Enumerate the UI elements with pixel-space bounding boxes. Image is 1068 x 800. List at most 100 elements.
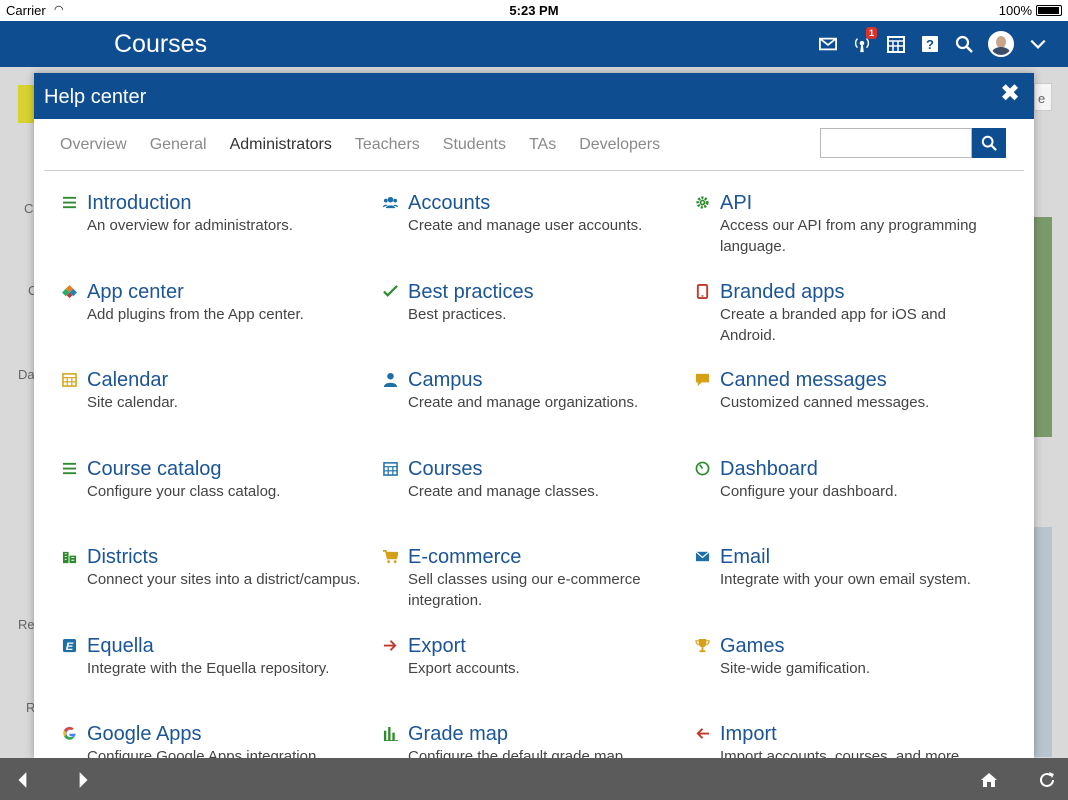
cart-icon xyxy=(381,547,399,565)
help-topic-import[interactable]: Import Import accounts, courses, and more… xyxy=(693,722,1003,758)
help-topic-e-commerce[interactable]: E-commerce Sell classes using our e-comme… xyxy=(381,545,691,611)
help-topic-email[interactable]: Email Integrate with your own email syste… xyxy=(693,545,1003,590)
help-topic-description: Configure Google Apps integration. xyxy=(87,748,321,758)
modal-title: Help center xyxy=(44,86,147,108)
tab-developers[interactable]: Developers xyxy=(579,136,660,154)
tab-teachers[interactable]: Teachers xyxy=(355,136,420,154)
tab-tas[interactable]: TAs xyxy=(529,136,556,154)
help-topic-title[interactable]: E-commerce xyxy=(408,545,691,569)
notifications-icon[interactable]: 1 xyxy=(852,27,877,55)
search-icon[interactable] xyxy=(954,33,974,55)
help-topic-description: Add plugins from the App center. xyxy=(87,306,304,323)
help-topic-description: Import accounts, courses, and more. xyxy=(720,748,964,758)
help-topic-description: Sell classes using our e-commerce integr… xyxy=(408,571,641,609)
help-topic-title[interactable]: Import xyxy=(720,722,1003,746)
tab-students[interactable]: Students xyxy=(443,136,506,154)
svg-text:?: ? xyxy=(926,37,934,52)
help-topic-branded-apps[interactable]: Branded apps Create a branded app for iOS… xyxy=(693,280,1003,346)
help-topic-title[interactable]: Email xyxy=(720,545,1003,569)
tab-overview[interactable]: Overview xyxy=(60,136,127,154)
help-topic-app-center[interactable]: App center Add plugins from the App cente… xyxy=(60,280,370,325)
phone-icon xyxy=(693,282,711,300)
help-topic-introduction[interactable]: Introduction An overview for administrato… xyxy=(60,191,370,236)
help-topic-title[interactable]: Canned messages xyxy=(720,368,1003,392)
list-icon xyxy=(60,459,78,477)
help-topic-equella[interactable]: E Equella Integrate with the Equella repos… xyxy=(60,634,370,679)
help-topic-title[interactable]: Google Apps xyxy=(87,722,370,746)
help-topic-title[interactable]: API xyxy=(720,191,1003,215)
help-topic-title[interactable]: Campus xyxy=(408,368,691,392)
check-icon xyxy=(381,282,399,300)
help-topic-description: Connect your sites into a district/campu… xyxy=(87,571,361,588)
help-topic-description: Configure the default grade map. xyxy=(408,748,628,758)
help-topic-dashboard[interactable]: Dashboard Configure your dashboard. xyxy=(693,457,1003,502)
modal-header: Help center ✖ xyxy=(34,73,1034,119)
mail-icon xyxy=(693,547,711,565)
help-topic-api[interactable]: API Access our API from any programming l… xyxy=(693,191,1003,257)
gear-icon xyxy=(693,193,711,211)
help-topic-title[interactable]: Dashboard xyxy=(720,457,1003,481)
back-icon[interactable] xyxy=(12,769,34,791)
help-topic-games[interactable]: Games Site-wide gamification. xyxy=(693,634,1003,679)
building-icon xyxy=(60,547,78,565)
help-topic-accounts[interactable]: Accounts Create and manage user accounts. xyxy=(381,191,691,236)
help-topic-title[interactable]: Accounts xyxy=(408,191,691,215)
help-topic-districts[interactable]: Districts Connect your sites into a distr… xyxy=(60,545,370,590)
app-header: Courses 1 ? xyxy=(0,21,1068,67)
help-topic-canned-messages[interactable]: Canned messages Customized canned message… xyxy=(693,368,1003,413)
header-toolbar: 1 ? xyxy=(818,27,1048,57)
chevron-down-icon[interactable] xyxy=(1028,33,1048,55)
help-topic-title[interactable]: Calendar xyxy=(87,368,370,392)
notification-badge: 1 xyxy=(865,27,877,39)
refresh-icon[interactable] xyxy=(1036,769,1058,791)
status-bar: Carrier ◠ 5:23 PM 100% xyxy=(0,0,1068,21)
help-topic-calendar[interactable]: Calendar Site calendar. xyxy=(60,368,370,413)
help-topic-title[interactable]: Introduction xyxy=(87,191,370,215)
help-topic-title[interactable]: Export xyxy=(408,634,691,658)
calendar-icon xyxy=(60,370,78,388)
home-icon[interactable] xyxy=(978,769,1000,791)
help-topic-best-practices[interactable]: Best practices Best practices. xyxy=(381,280,691,325)
help-topic-google-apps[interactable]: Google Apps Configure Google Apps integra… xyxy=(60,722,370,758)
tab-general[interactable]: General xyxy=(150,136,207,154)
help-topic-courses[interactable]: Courses Create and manage classes. xyxy=(381,457,691,502)
close-icon[interactable]: ✖ xyxy=(998,82,1022,106)
help-topic-title[interactable]: Course catalog xyxy=(87,457,370,481)
avatar[interactable] xyxy=(988,31,1014,57)
help-topic-grade-map[interactable]: Grade map Configure the default grade map… xyxy=(381,722,691,758)
help-topic-description: Site-wide gamification. xyxy=(720,660,871,677)
mail-icon[interactable] xyxy=(818,33,838,55)
help-topic-description: Customized canned messages. xyxy=(720,394,930,411)
help-topic-title[interactable]: Courses xyxy=(408,457,691,481)
users-icon xyxy=(381,193,399,211)
help-topic-title[interactable]: Equella xyxy=(87,634,370,658)
help-topic-title[interactable]: Games xyxy=(720,634,1003,658)
forward-icon[interactable] xyxy=(72,769,94,791)
page-title: Courses xyxy=(114,30,208,58)
help-topic-description: Access our API from any programming lang… xyxy=(720,217,977,255)
help-topic-export[interactable]: Export Export accounts. xyxy=(381,634,691,679)
person-icon xyxy=(381,370,399,388)
help-topic-title[interactable]: Best practices xyxy=(408,280,691,304)
search-button[interactable] xyxy=(972,128,1006,158)
help-topic-description: Site calendar. xyxy=(87,394,178,411)
help-topic-course-catalog[interactable]: Course catalog Configure your class catal… xyxy=(60,457,370,502)
help-topic-campus[interactable]: Campus Create and manage organizations. xyxy=(381,368,691,413)
arrow-right-icon xyxy=(381,636,399,654)
help-topic-title[interactable]: Districts xyxy=(87,545,370,569)
help-topic-title[interactable]: Branded apps xyxy=(720,280,1003,304)
help-topic-title[interactable]: App center xyxy=(87,280,370,304)
help-search xyxy=(820,128,1006,158)
equella-icon: E xyxy=(60,636,78,654)
help-topic-title[interactable]: Grade map xyxy=(408,722,691,746)
calendar-grid-icon[interactable] xyxy=(886,33,906,55)
google-icon xyxy=(60,724,78,742)
background-text: C xyxy=(24,201,34,216)
tab-administrators[interactable]: Administrators xyxy=(230,136,332,154)
help-icon[interactable]: ? xyxy=(920,33,940,55)
clock: 5:23 PM xyxy=(509,3,559,18)
help-topic-description: Create and manage organizations. xyxy=(408,394,639,411)
help-topic-description: Best practices. xyxy=(408,306,507,323)
chat-icon xyxy=(693,370,711,388)
search-input[interactable] xyxy=(820,128,972,158)
